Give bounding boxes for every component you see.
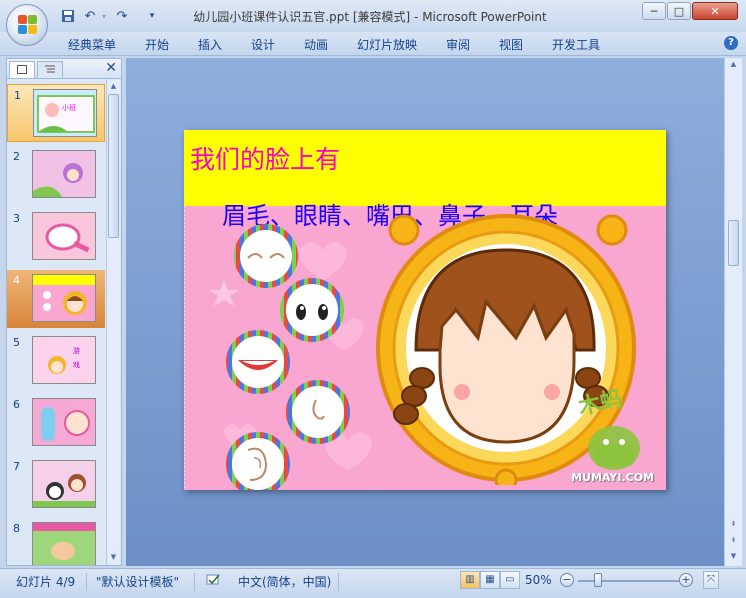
tab-review[interactable]: 审阅	[446, 36, 470, 53]
tab-classic-menu[interactable]: 经典菜单	[68, 36, 116, 53]
slide-thumb-row[interactable]: 5 游戏	[7, 332, 105, 390]
eyebrows-circle	[234, 224, 298, 288]
scroll-down-icon[interactable]: ▼	[727, 550, 740, 563]
mouth-circle	[226, 330, 290, 394]
slide-thumbnail	[32, 150, 96, 198]
next-slide-icon[interactable]: ⇟	[727, 534, 740, 547]
scroll-up-icon[interactable]: ▲	[107, 80, 120, 93]
previous-slide-icon[interactable]: ⇞	[727, 518, 740, 531]
slide-thumbnail	[32, 212, 96, 260]
ears-circle	[226, 432, 290, 490]
slide-sorter-button[interactable]: ▦	[480, 571, 500, 589]
editor-scrollbar[interactable]: ▲ ⇞ ⇟ ▼	[724, 58, 742, 566]
tab-design[interactable]: 设计	[251, 36, 275, 53]
mumayi-logo-icon: 木蚂	[575, 387, 640, 470]
status-divider	[194, 573, 195, 591]
tab-home[interactable]: 开始	[145, 36, 169, 53]
undo-dropdown-icon[interactable]: ▾	[96, 8, 112, 24]
slide-thumbnail: 游戏	[32, 336, 96, 384]
window-title: 幼儿园小班课件认识五官.ppt [兼容模式] - Microsoft Power…	[193, 10, 547, 24]
slide-thumbnail	[32, 522, 96, 565]
pane-close-icon[interactable]: ✕	[105, 60, 117, 76]
slide-thumbnail: 小班	[33, 89, 97, 137]
status-divider	[338, 573, 339, 591]
slide-thumbnail	[32, 398, 96, 446]
thumbnail-list: 1 小班 2 3 4 5 游戏 6 7 8	[7, 80, 105, 565]
office-button[interactable]	[6, 4, 48, 46]
minimize-button[interactable]: ─	[642, 2, 666, 20]
slide-number: 2	[13, 150, 20, 163]
slide-number: 7	[13, 460, 20, 473]
maximize-button[interactable]: □	[667, 2, 691, 20]
pane-scrollbar[interactable]: ▲ ▼	[106, 80, 120, 565]
tab-view[interactable]: 视图	[499, 36, 523, 53]
zoom-in-icon[interactable]: +	[679, 573, 693, 587]
slide-thumb-row[interactable]: 2	[7, 146, 105, 204]
slide-thumb-row[interactable]: 7	[7, 456, 105, 514]
eyes-circle	[280, 278, 344, 342]
language[interactable]: 中文(简体，中国)	[238, 573, 331, 590]
slide-thumb-row[interactable]: 1 小班	[7, 84, 105, 142]
tab-developer[interactable]: 开发工具	[552, 36, 600, 53]
slide-thumb-row[interactable]: 4	[7, 270, 105, 328]
svg-text:戏: 戏	[73, 360, 80, 369]
current-slide[interactable]: 我们的脸上有 眉毛、眼睛、嘴巴、鼻子、耳朵 木蚂 MUMAYI.COM	[184, 130, 666, 490]
status-divider	[86, 573, 87, 591]
slide-number: 3	[13, 212, 20, 225]
slide-number: 5	[13, 336, 20, 349]
slides-pane: ✕ 1 小班 2 3 4 5 游 戏 6 7 8 ▲ ▼	[6, 58, 122, 566]
nose-circle	[286, 380, 350, 444]
editor-scroll-thumb[interactable]	[728, 220, 739, 266]
spellcheck-icon[interactable]	[206, 573, 222, 590]
pane-scroll-thumb[interactable]	[108, 94, 119, 238]
tab-insert[interactable]: 插入	[198, 36, 222, 53]
slide-number: 6	[13, 398, 20, 411]
slide-title[interactable]: 我们的脸上有	[190, 140, 340, 176]
slide-number: 1	[14, 89, 21, 102]
pane-header: ✕	[7, 59, 121, 79]
slide-thumb-row[interactable]: 6	[7, 394, 105, 452]
svg-text:小班: 小班	[62, 103, 76, 112]
zoom-level[interactable]: 50%	[525, 573, 552, 587]
slide-number: 4	[13, 274, 20, 287]
customize-icon[interactable]: ▾	[144, 8, 160, 24]
tab-animations[interactable]: 动画	[304, 36, 328, 53]
slide-thumb-row[interactable]: 8	[7, 518, 105, 565]
slide-thumbnail	[32, 460, 96, 508]
slide-thumb-row[interactable]: 3	[7, 208, 105, 266]
save-icon[interactable]	[60, 8, 76, 24]
normal-view-button[interactable]: ▥	[460, 571, 480, 589]
theme-name[interactable]: "默认设计模板"	[96, 573, 179, 590]
help-icon[interactable]: ?	[724, 36, 738, 50]
svg-text:游: 游	[73, 346, 80, 355]
status-bar: 幻灯片 4/9 "默认设计模板" 中文(简体，中国) ▥ ▦ ▭ 50% − +…	[0, 568, 746, 598]
ribbon-tabs: 经典菜单 开始 插入 设计 动画 幻灯片放映 审阅 视图 开发工具 ?	[0, 32, 746, 56]
tab-slideshow[interactable]: 幻灯片放映	[357, 36, 417, 53]
slide-position: 幻灯片 4/9	[16, 575, 76, 589]
watermark: MUMAYI.COM	[571, 471, 654, 484]
scroll-up-icon[interactable]: ▲	[727, 58, 740, 71]
title-bar: ↶ ▾ ↷ ▾ 幼儿园小班课件认识五官.ppt [兼容模式] - Microso…	[0, 0, 746, 46]
slides-tab[interactable]	[9, 61, 35, 78]
office-logo-icon	[18, 15, 38, 35]
zoom-out-icon[interactable]: −	[560, 573, 574, 587]
fit-to-window-icon[interactable]: ⤧	[703, 571, 719, 589]
slideshow-view-button[interactable]: ▭	[500, 571, 520, 589]
slide-number: 8	[13, 522, 20, 535]
outline-tab[interactable]	[37, 61, 63, 78]
close-button[interactable]: ✕	[692, 2, 738, 20]
svg-text:木蚂: 木蚂	[575, 387, 624, 421]
redo-icon[interactable]: ↷	[114, 8, 130, 24]
zoom-slider-thumb[interactable]	[594, 573, 602, 587]
slide-thumbnail	[32, 274, 96, 322]
slide-editor: 我们的脸上有 眉毛、眼睛、嘴巴、鼻子、耳朵 木蚂 MUMAYI.COM	[126, 58, 724, 566]
scroll-down-icon[interactable]: ▼	[107, 551, 120, 564]
